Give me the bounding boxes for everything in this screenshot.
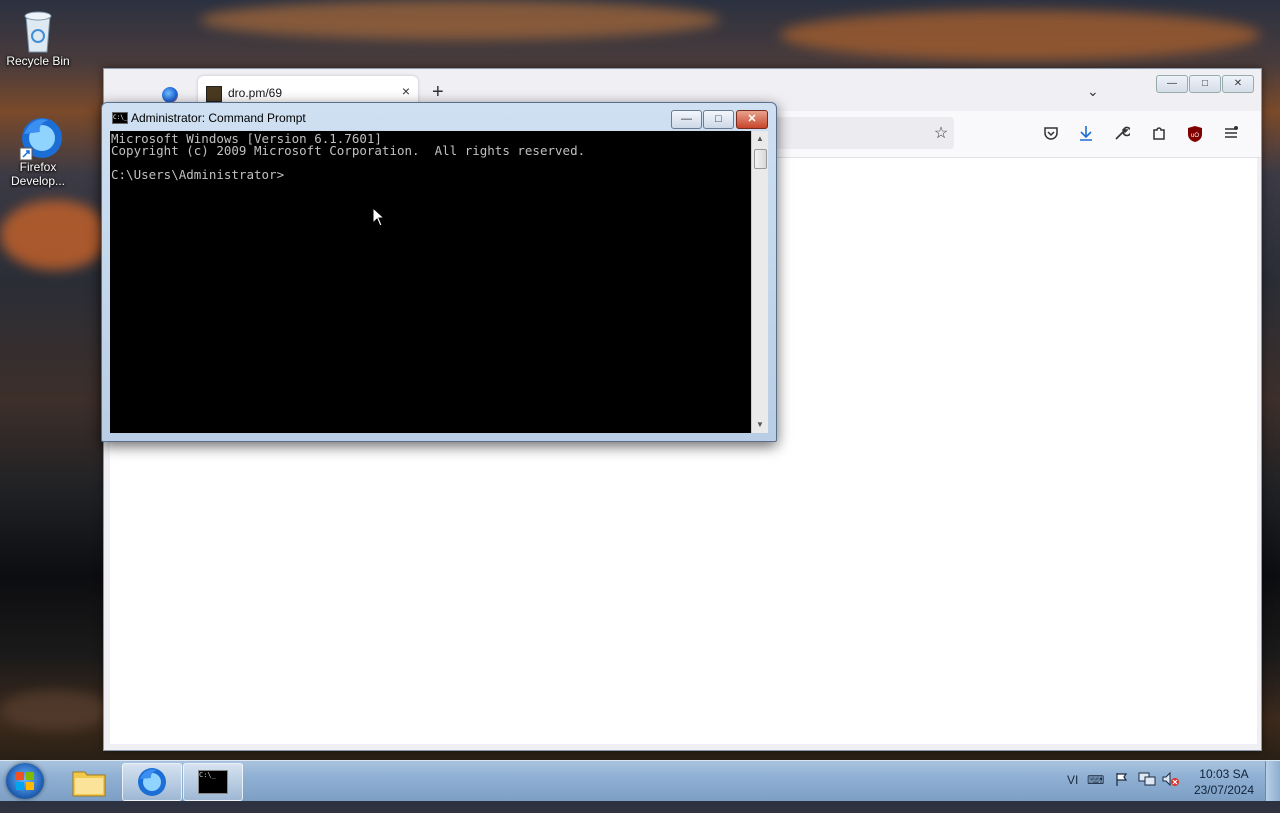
folder-icon xyxy=(72,771,106,797)
windows-logo-icon xyxy=(16,772,34,790)
desktop-icon-label: Firefox Develop... xyxy=(10,160,66,188)
svg-text:uO: uO xyxy=(1191,133,1199,139)
start-button[interactable] xyxy=(6,763,44,799)
clock-date: 23/07/2024 xyxy=(1193,783,1254,797)
desktop-icon-firefox-developer[interactable]: Firefox Develop... xyxy=(0,114,76,188)
network-icon[interactable] xyxy=(1138,771,1156,811)
cmd-console-output[interactable]: Microsoft Windows [Version 6.1.7601] Cop… xyxy=(110,131,752,433)
app-menu-icon[interactable] xyxy=(1220,125,1242,146)
cmd-taskbar-icon: C:\_ xyxy=(198,770,228,794)
command-prompt-window: C:\_ Administrator: Command Prompt — □ ✕… xyxy=(101,102,777,442)
taskbar-cmd-button[interactable]: C:\_ xyxy=(183,763,243,801)
firefox-view-icon[interactable] xyxy=(162,87,178,103)
new-tab-button[interactable]: + xyxy=(432,81,444,104)
extensions-icon[interactable] xyxy=(1148,125,1170,146)
pocket-icon[interactable] xyxy=(1040,125,1062,146)
ublock-origin-icon[interactable]: uO xyxy=(1184,125,1206,148)
wallpaper-cloud xyxy=(200,0,720,40)
scroll-thumb[interactable] xyxy=(754,149,767,169)
volume-muted-icon[interactable] xyxy=(1162,771,1180,811)
cmd-maximize-button[interactable]: □ xyxy=(703,110,734,129)
taskbar-firefox-button[interactable] xyxy=(122,763,182,801)
tab-close-icon[interactable]: × xyxy=(402,83,410,99)
language-indicator[interactable]: VI xyxy=(1067,773,1078,813)
cmd-minimize-button[interactable]: — xyxy=(671,110,702,129)
wallpaper-cloud xyxy=(0,200,110,270)
firefox-developer-icon xyxy=(18,114,62,161)
cmd-window-title: Administrator: Command Prompt xyxy=(131,111,306,125)
show-desktop-button[interactable] xyxy=(1265,761,1280,801)
cmd-title-bar[interactable]: C:\_ Administrator: Command Prompt — □ ✕ xyxy=(102,103,776,131)
desktop-icon-label: Recycle Bin xyxy=(6,54,70,68)
firefox-icon xyxy=(138,768,166,796)
recycle-bin-icon xyxy=(18,8,58,53)
system-clock[interactable]: 10:03 SA 23/07/2024 xyxy=(1194,766,1254,798)
desktop-icon-recycle-bin[interactable]: Recycle Bin xyxy=(0,8,76,68)
wallpaper-cloud xyxy=(780,10,1260,60)
action-center-flag-icon[interactable] xyxy=(1114,771,1130,811)
keyboard-icon[interactable]: ⌨ xyxy=(1087,773,1104,813)
cmd-close-button[interactable]: ✕ xyxy=(736,110,768,129)
wrench-icon[interactable] xyxy=(1111,125,1133,146)
taskbar: C:\_ VI ⌨ 10:03 SA 23/07/2024 xyxy=(0,760,1280,801)
scroll-up-icon[interactable]: ▲ xyxy=(752,131,768,147)
downloads-icon[interactable] xyxy=(1075,125,1097,146)
bookmark-star-icon[interactable]: ☆ xyxy=(930,123,952,143)
firefox-close-button[interactable]: ✕ xyxy=(1222,75,1254,93)
tab-title: dro.pm/69 xyxy=(228,86,283,100)
mouse-cursor-icon xyxy=(372,206,386,232)
taskbar-explorer-button[interactable] xyxy=(60,763,118,799)
firefox-maximize-button[interactable]: □ xyxy=(1189,75,1221,93)
scroll-down-icon[interactable]: ▼ xyxy=(752,417,768,433)
site-favicon-icon xyxy=(206,86,222,102)
wallpaper-cloud xyxy=(0,690,110,730)
cmd-app-icon: C:\_ xyxy=(112,112,128,124)
list-all-tabs-icon[interactable]: ⌄ xyxy=(1087,83,1099,100)
cmd-scrollbar[interactable]: ▲ ▼ xyxy=(751,131,768,433)
clock-time: 10:03 SA xyxy=(1199,767,1249,781)
firefox-minimize-button[interactable]: — xyxy=(1156,75,1188,93)
